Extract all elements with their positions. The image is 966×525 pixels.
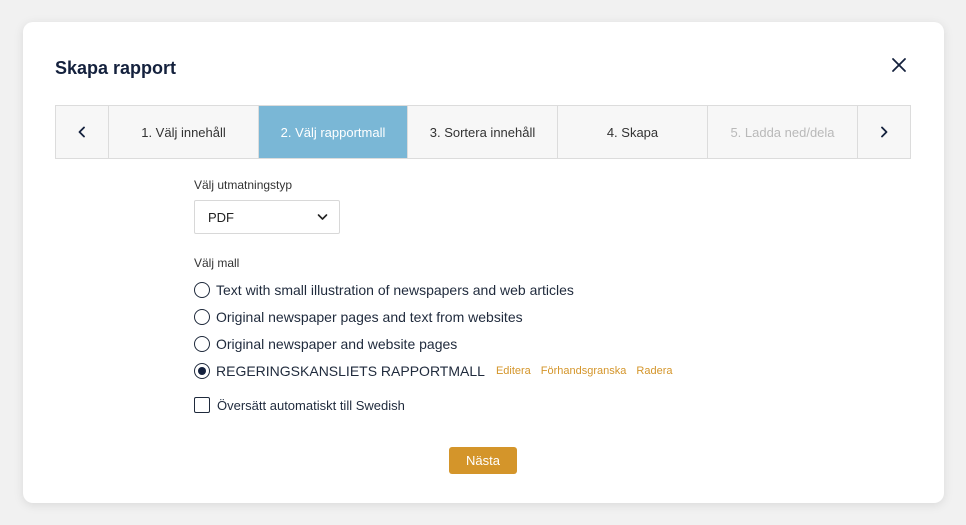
dialog-title: Skapa rapport: [55, 58, 177, 78]
step-select-template[interactable]: 2. Välj rapportmall: [259, 106, 408, 158]
stepper-prev-button[interactable]: [56, 106, 109, 158]
stepper-next-button[interactable]: [858, 106, 910, 158]
template-option: REGERINGSKANSLIETS RAPPORTMALL Editera F…: [194, 357, 672, 384]
wizard-stepper: 1. Välj innehåll 2. Välj rapportmall 3. …: [55, 105, 911, 159]
auto-translate-option: Översätt automatiskt till Swedish: [194, 397, 672, 413]
output-type-value: PDF: [208, 209, 234, 225]
edit-template-link[interactable]: Editera: [496, 365, 531, 377]
template-option: Original newspaper pages and text from w…: [194, 303, 672, 330]
template-radio-1[interactable]: [194, 308, 210, 325]
step-sort-content[interactable]: 3. Sortera innehåll: [408, 106, 558, 158]
radio-selected-dot: [198, 366, 206, 375]
next-button[interactable]: Nästa: [449, 447, 517, 474]
template-radio-3[interactable]: [194, 362, 210, 379]
step-download-share: 5. Ladda ned/dela: [708, 106, 858, 158]
template-label: Välj mall: [194, 256, 240, 270]
create-report-dialog: Skapa rapport 1. Välj innehåll 2. Välj r…: [23, 22, 944, 503]
template-radio-0[interactable]: [194, 281, 210, 298]
template-option-label[interactable]: REGERINGSKANSLIETS RAPPORTMALL: [216, 363, 485, 379]
auto-translate-checkbox[interactable]: [194, 397, 210, 413]
close-icon: [892, 58, 906, 72]
preview-template-link[interactable]: Förhandsgranska: [541, 365, 627, 377]
output-type-select[interactable]: PDF: [194, 200, 340, 234]
chevron-down-icon: [317, 214, 328, 220]
template-option-label[interactable]: Text with small illustration of newspape…: [216, 282, 574, 298]
step-create[interactable]: 4. Skapa: [558, 106, 708, 158]
close-button[interactable]: [889, 55, 909, 75]
auto-translate-label[interactable]: Översätt automatiskt till Swedish: [217, 398, 405, 413]
step-select-content[interactable]: 1. Välj innehåll: [109, 106, 259, 158]
template-option: Text with small illustration of newspape…: [194, 276, 672, 303]
template-radio-2[interactable]: [194, 335, 210, 352]
delete-template-link[interactable]: Radera: [636, 365, 672, 377]
output-type-label: Välj utmatningstyp: [194, 178, 293, 192]
template-radio-group: Text with small illustration of newspape…: [194, 276, 672, 384]
chevron-right-icon: [881, 126, 888, 138]
report-template-form: Välj utmatningstyp PDF Välj mall Text wi…: [194, 178, 672, 413]
template-option-label[interactable]: Original newspaper pages and text from w…: [216, 309, 523, 325]
chevron-left-icon: [78, 126, 85, 138]
template-option-label[interactable]: Original newspaper and website pages: [216, 336, 457, 352]
template-option: Original newspaper and website pages: [194, 330, 672, 357]
